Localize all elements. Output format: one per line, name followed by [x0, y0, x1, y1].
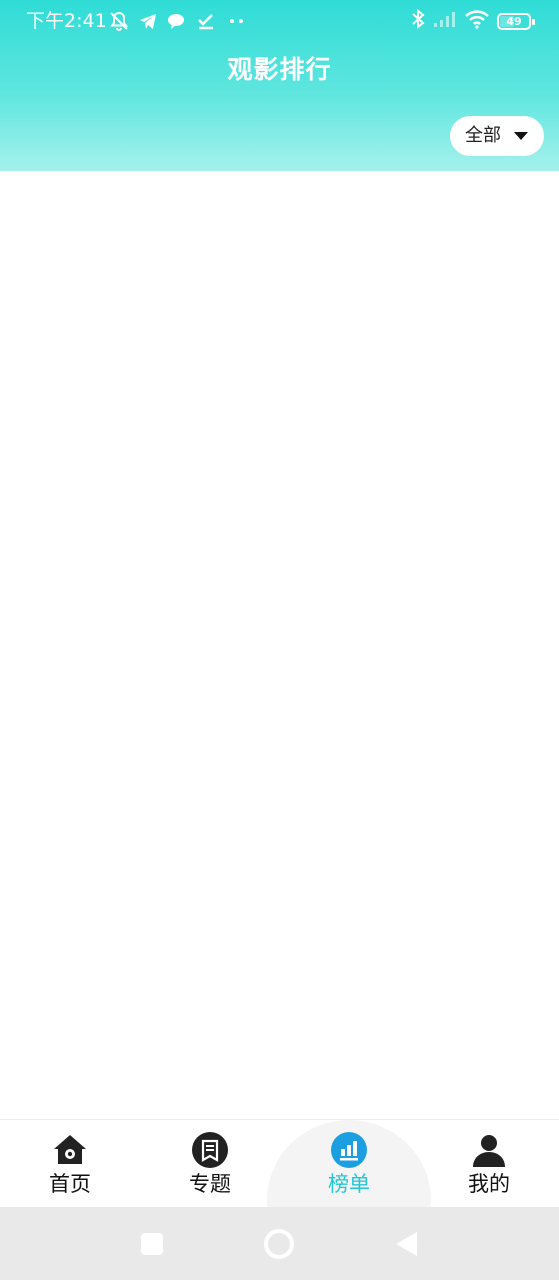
status-bar: 下午2:41 49 — [0, 0, 559, 42]
tab-profile-label: 我的 — [468, 1172, 510, 1196]
status-right-icons: 49 — [403, 8, 535, 34]
header: 下午2:41 49 观影排行 全部 — [0, 0, 559, 171]
system-nav-bar — [0, 1207, 559, 1280]
tab-topics-label: 专题 — [189, 1172, 231, 1196]
chat-bubble-icon — [166, 11, 186, 31]
telegram-icon — [138, 11, 158, 31]
tab-ranking[interactable]: 榜单 — [289, 1120, 409, 1207]
checklist-icon — [196, 11, 216, 31]
back-triangle-icon[interactable] — [393, 1230, 419, 1262]
tab-ranking-label: 榜单 — [328, 1172, 370, 1196]
caret-down-icon — [514, 132, 528, 140]
ranking-icon — [331, 1132, 367, 1168]
tab-topics[interactable]: 专题 — [150, 1120, 270, 1207]
battery-icon: 49 — [497, 12, 535, 30]
bottom-tab-bar: 首页 专题 榜单 我的 — [0, 1119, 559, 1207]
recent-apps-icon[interactable] — [140, 1232, 164, 1260]
bluetooth-icon — [411, 8, 425, 34]
profile-icon — [471, 1132, 507, 1168]
ranking-list-area — [0, 171, 559, 1119]
status-time: 下午2:41 — [26, 10, 107, 32]
wifi-icon — [465, 9, 489, 33]
tab-home-label: 首页 — [49, 1172, 91, 1196]
tab-profile[interactable]: 我的 — [429, 1120, 549, 1207]
filter-selected-label: 全部 — [465, 125, 501, 146]
page-title: 观影排行 — [227, 55, 332, 84]
home-circle-icon[interactable] — [263, 1228, 295, 1264]
muted-bell-icon — [108, 10, 130, 32]
status-left-icons — [108, 10, 246, 32]
cellular-signal-icon — [433, 10, 457, 32]
filter-dropdown[interactable]: 全部 — [450, 116, 544, 156]
more-dots-icon — [228, 11, 246, 31]
battery-level: 49 — [506, 14, 522, 28]
topic-icon — [192, 1132, 228, 1168]
tab-home[interactable]: 首页 — [10, 1120, 130, 1207]
home-icon — [52, 1132, 88, 1168]
